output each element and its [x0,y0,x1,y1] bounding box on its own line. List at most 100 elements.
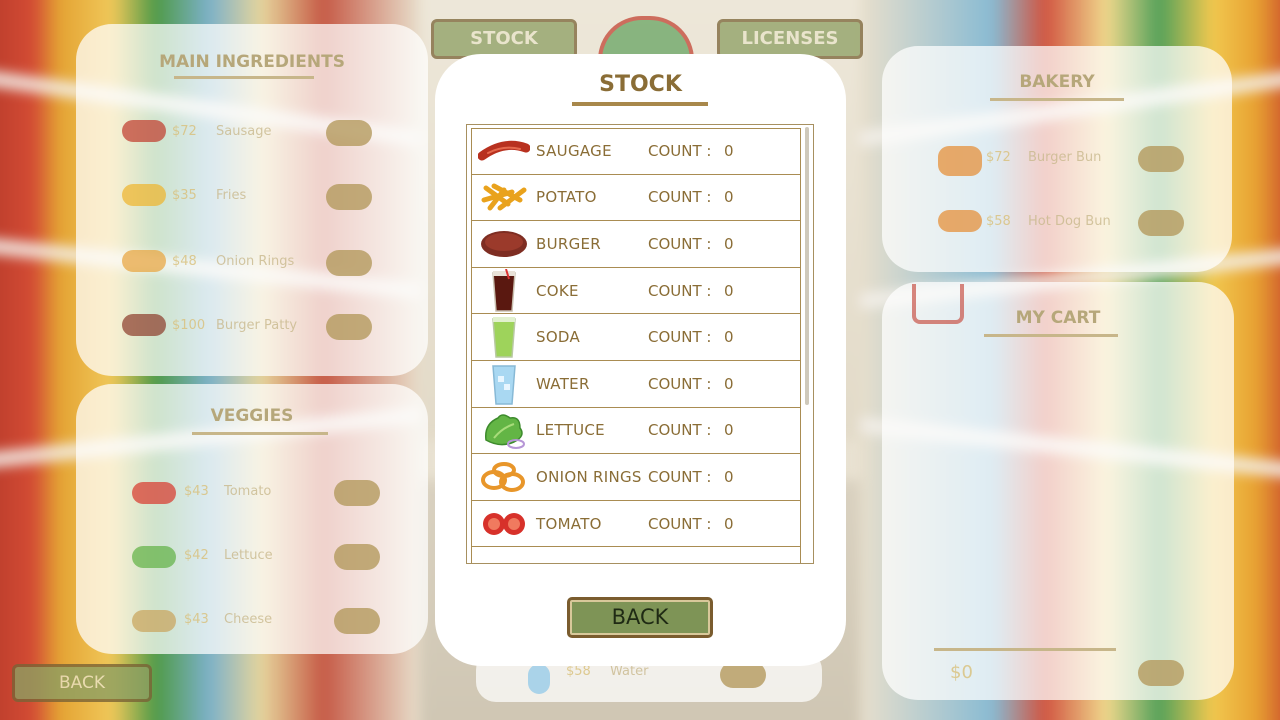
water-price: $58 [566,664,591,679]
stock-item-name: WATER [536,374,590,393]
water-glass-icon [472,364,536,405]
stock-row: WATER COUNT : 0 [471,360,801,408]
stock-row: ONION RINGS COUNT : 0 [471,454,801,501]
water-name: Water [610,664,649,679]
buy-cheese-button[interactable] [334,608,380,634]
buy-hot-dog-bun-button[interactable] [1138,210,1184,236]
main-ingredients-panel: MAIN INGREDIENTS $72 Sausage $35 Fries $… [76,24,428,376]
lettuce-icon [472,410,536,450]
buy-burger-bun-button[interactable] [1138,146,1184,172]
cheese-name: Cheese [224,612,273,627]
count-label: COUNT : [648,142,712,161]
sausage-icon [122,120,166,142]
buy-lettuce-button[interactable] [334,544,380,570]
stock-list-scrollbar[interactable] [805,127,809,405]
onion-rings-icon [472,457,536,497]
sausage-price: $72 [172,124,197,139]
bakery-title: BAKERY [1019,72,1095,92]
tomato-icon [132,482,176,504]
stock-row: SAUGAGE COUNT : 0 [471,128,801,175]
lettuce-icon [132,546,176,568]
stock-item-count: 0 [724,374,734,393]
coke-glass-icon [472,268,536,312]
onion-rings-icon [122,250,166,272]
stock-item-name: POTATO [536,188,597,207]
stock-item-count: 0 [724,467,734,486]
stock-item-name: ONION RINGS [536,467,642,486]
count-label: COUNT : [648,421,712,440]
hot-dog-bun-name: Hot Dog Bun [1028,214,1111,229]
tomato-name: Tomato [224,484,272,499]
stock-row: POTATO COUNT : 0 [471,174,801,222]
stock-item-count: 0 [724,328,734,347]
checkout-button[interactable] [1138,660,1184,686]
cart-panel: MY CART $0 [882,282,1234,700]
burger-patty-price: $100 [172,318,206,333]
stock-row: SODA COUNT : 0 [471,314,801,361]
buy-fries-button[interactable] [326,184,372,210]
bakery-panel: BAKERY $72 Burger Bun $58 Hot Dog Bun [882,46,1232,272]
lettuce-price: $42 [184,548,209,563]
buy-sausage-button[interactable] [326,120,372,146]
veggies-title: VEGGIES [210,406,294,426]
stock-item-name: LETTUCE [536,421,605,440]
hot-dog-bun-icon [938,210,982,232]
cart-total: $0 [950,662,973,683]
stock-row: BURGER COUNT : 0 [471,221,801,268]
stock-row-partial [471,547,801,563]
onion-rings-name: Onion Rings [216,254,295,269]
stock-row: COKE COUNT : 0 [471,267,801,315]
burger-bun-icon [938,146,982,176]
sausage-icon [472,131,536,171]
buy-burger-patty-button[interactable] [326,314,372,340]
licenses-tab-button[interactable]: LICENSES [717,19,863,59]
stock-list[interactable]: SAUGAGE COUNT : 0 POTATO COUNT : 0 BURGER COUNT… [466,124,814,564]
stock-item-name: COKE [536,281,579,300]
buy-onion-rings-button[interactable] [326,250,372,276]
fries-price: $35 [172,188,197,203]
count-label: COUNT : [648,374,712,393]
sausage-name: Sausage [216,124,272,139]
back-button[interactable]: BACK [567,597,713,638]
burger-patty-name: Burger Patty [216,318,298,333]
count-label: COUNT : [648,467,712,486]
stock-item-count: 0 [724,142,734,161]
burger-patty-icon [122,314,166,336]
veggies-panel: VEGGIES $43 Tomato $42 Lettuce $43 Chees… [76,384,428,654]
title-underline [572,102,708,106]
count-label: COUNT : [648,328,712,347]
stock-item-count: 0 [724,421,734,440]
buy-tomato-button[interactable] [334,480,380,506]
tomato-price: $43 [184,484,209,499]
count-label: COUNT : [648,281,712,300]
stock-modal-title: STOCK [599,72,682,97]
main-ingredients-title: MAIN INGREDIENTS [159,52,345,72]
stock-row: LETTUCE COUNT : 0 [471,407,801,455]
stock-tab-button[interactable]: STOCK [431,19,577,59]
stock-item-name: SODA [536,328,581,347]
count-label: COUNT : [648,188,712,207]
hot-dog-bun-price: $58 [986,214,1011,229]
burger-patty-icon [472,224,536,264]
stock-item-count: 0 [724,281,734,300]
lettuce-name: Lettuce [224,548,273,563]
onion-rings-price: $48 [172,254,197,269]
stock-item-count: 0 [724,188,734,207]
stock-item-count: 0 [724,514,734,533]
fries-icon [122,184,166,206]
shop-back-button[interactable]: BACK [12,664,152,702]
water-icon [528,664,550,694]
burger-bun-price: $72 [986,150,1011,165]
stock-item-name: SAUGAGE [536,142,612,161]
cart-title: MY CART [1015,308,1101,328]
stock-item-count: 0 [724,234,734,253]
tomato-icon [472,504,536,544]
stock-modal: STOCK SAUGAGE COUNT :0 POTATO COUNT :0 BURGE… [435,54,846,666]
count-label: COUNT : [648,514,712,533]
stock-item-name: TOMATO [536,514,602,533]
stock-row: TOMATO COUNT : 0 [471,500,801,548]
cheese-icon [132,610,176,632]
soda-glass-icon [472,317,536,358]
fries-icon [472,177,536,217]
stock-item-name: BURGER [536,234,602,253]
